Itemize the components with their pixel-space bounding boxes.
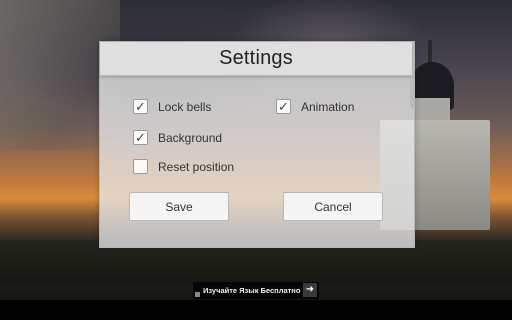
bottom-strip bbox=[0, 300, 512, 320]
cancel-button[interactable]: Cancel bbox=[283, 192, 383, 221]
settings-dialog: Settings ✓ Lock bells ✓ Animation ✓ Back… bbox=[99, 41, 415, 248]
dialog-title: Settings bbox=[219, 47, 293, 69]
church-cross bbox=[428, 40, 432, 64]
reset-position-checkbox[interactable] bbox=[133, 159, 148, 174]
animation-label: Animation bbox=[301, 99, 355, 114]
lock-bells-checkbox[interactable]: ✓ bbox=[133, 99, 148, 114]
arrow-right-icon[interactable]: ➜ bbox=[303, 283, 317, 297]
background-option[interactable]: ✓ Background bbox=[133, 130, 222, 145]
lock-bells-label: Lock bells bbox=[158, 99, 212, 114]
lock-bells-option[interactable]: ✓ Lock bells bbox=[133, 99, 211, 114]
ad-text: Изучайте Язык Бесплатно bbox=[203, 286, 301, 295]
animation-checkbox[interactable]: ✓ bbox=[276, 99, 291, 114]
background-checkbox[interactable]: ✓ bbox=[133, 130, 148, 145]
dialog-header: Settings bbox=[100, 42, 412, 76]
ad-banner[interactable]: Изучайте Язык Бесплатно ➜ bbox=[193, 282, 319, 299]
ad-info-icon bbox=[195, 292, 200, 297]
save-button[interactable]: Save bbox=[129, 192, 229, 221]
reset-position-option[interactable]: Reset position bbox=[133, 159, 234, 174]
animation-option[interactable]: ✓ Animation bbox=[276, 99, 354, 114]
background-label: Background bbox=[158, 130, 223, 145]
reset-position-label: Reset position bbox=[158, 159, 235, 174]
